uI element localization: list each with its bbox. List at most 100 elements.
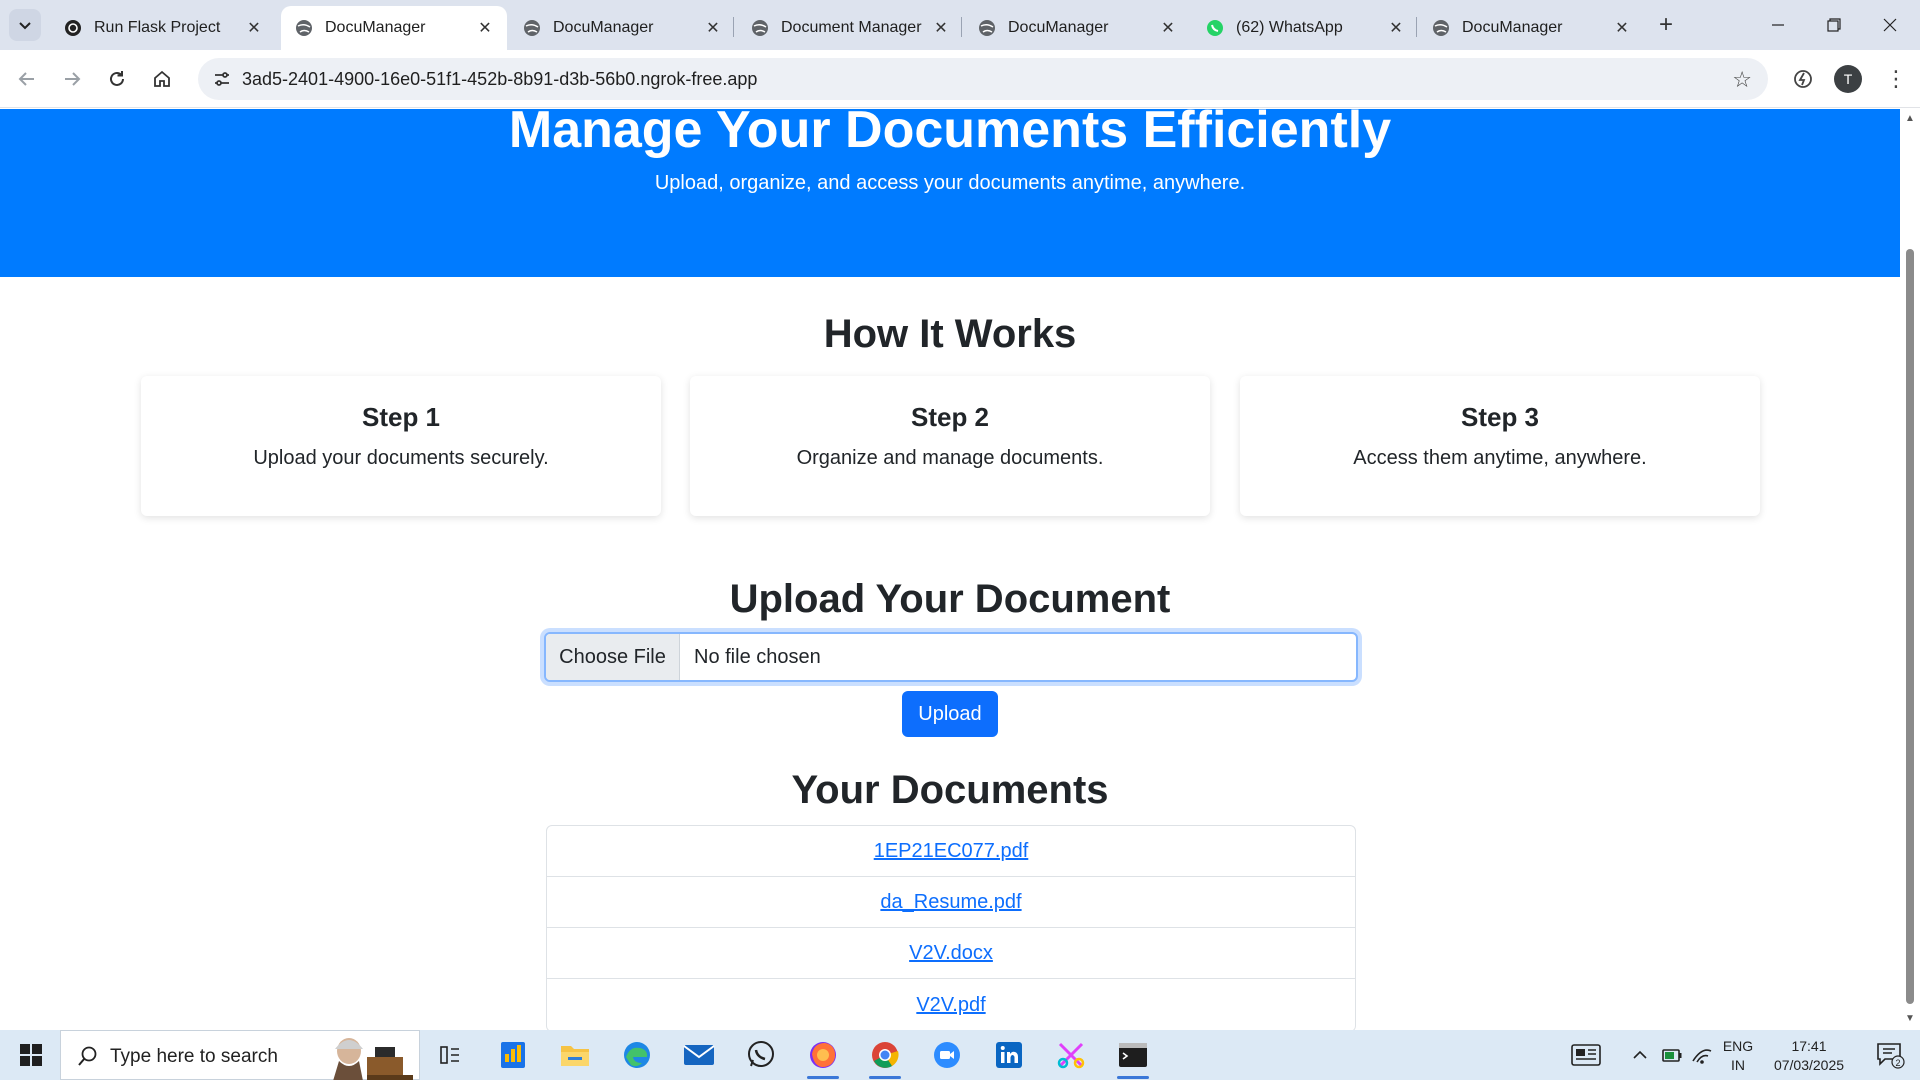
tab-title: (62) WhatsApp xyxy=(1236,19,1343,36)
choose-file-button[interactable]: Choose File xyxy=(546,634,680,680)
windows-taskbar: Type here to search ENG IN 17:41 07/03/2… xyxy=(0,1030,1920,1080)
list-item: da_Resume.pdf xyxy=(547,877,1355,928)
search-icon xyxy=(77,1045,99,1072)
document-link[interactable]: V2V.docx xyxy=(909,942,993,965)
forward-button[interactable] xyxy=(56,63,88,95)
tab-documanager-active[interactable]: DocuManager ✕ xyxy=(281,6,507,50)
tab-separator xyxy=(733,17,734,37)
documents-heading: Your Documents xyxy=(791,768,1109,812)
file-status-text: No file chosen xyxy=(694,645,821,668)
taskbar-search[interactable]: Type here to search xyxy=(60,1030,420,1080)
files-icon[interactable] xyxy=(493,1037,533,1073)
document-link[interactable]: 1EP21EC077.pdf xyxy=(874,840,1029,863)
tab-title: DocuManager xyxy=(553,19,654,36)
globe-icon xyxy=(978,19,996,37)
close-icon[interactable]: ✕ xyxy=(1612,18,1632,38)
chatgpt-icon xyxy=(64,19,82,37)
scrollbar-thumb[interactable] xyxy=(1906,249,1914,1004)
extensions-button[interactable] xyxy=(1787,63,1819,95)
zoom-icon[interactable] xyxy=(927,1037,967,1073)
news-widget-icon[interactable] xyxy=(1566,1037,1606,1073)
profile-avatar[interactable]: T xyxy=(1834,65,1862,93)
back-button[interactable] xyxy=(11,63,43,95)
file-explorer-icon[interactable] xyxy=(555,1037,595,1073)
search-placeholder: Type here to search xyxy=(110,1046,278,1067)
tab-documanager-3[interactable]: DocuManager ✕ xyxy=(964,6,1190,50)
close-window-button[interactable] xyxy=(1862,0,1918,50)
whatsapp-icon[interactable] xyxy=(741,1037,781,1073)
list-item: 1EP21EC077.pdf xyxy=(547,826,1355,877)
linkedin-icon[interactable] xyxy=(989,1037,1029,1073)
bookmark-star-icon[interactable]: ☆ xyxy=(1732,67,1752,93)
site-info-button[interactable] xyxy=(206,63,238,95)
tab-strip: Run Flask Project ✕ DocuManager ✕ DocuMa… xyxy=(0,0,1920,50)
home-icon xyxy=(154,70,170,87)
step-card: Step 2 Organize and manage documents. xyxy=(690,376,1210,516)
url-text[interactable]: 3ad5-2401-4900-16e0-51f1-452b-8b91-d3b-5… xyxy=(242,69,757,90)
mail-icon[interactable] xyxy=(679,1037,719,1073)
chrome-icon[interactable] xyxy=(865,1037,905,1079)
close-icon[interactable]: ✕ xyxy=(1158,18,1178,38)
step-text: Upload your documents securely. xyxy=(253,447,549,469)
step-card: Step 1 Upload your documents securely. xyxy=(141,376,661,516)
step-title: Step 1 xyxy=(361,402,441,432)
tab-run-flask-project[interactable]: Run Flask Project ✕ xyxy=(50,6,276,50)
tab-search-button[interactable] xyxy=(9,9,41,41)
close-icon[interactable]: ✕ xyxy=(931,18,951,38)
page-viewport: Manage Your Documents Efficiently Upload… xyxy=(0,109,1900,1030)
restore-button[interactable] xyxy=(1806,0,1862,50)
tab-whatsapp[interactable]: (62) WhatsApp ✕ xyxy=(1192,6,1418,50)
arrow-left-icon xyxy=(18,72,34,86)
scroll-down-icon[interactable]: ▼ xyxy=(1904,1013,1916,1025)
documents-list: 1EP21EC077.pdf da_Resume.pdf V2V.docx V2… xyxy=(546,825,1356,1030)
region-code: IN xyxy=(1731,1057,1745,1073)
performance-icon xyxy=(1794,70,1812,88)
edge-icon[interactable] xyxy=(617,1037,657,1073)
chevron-down-icon xyxy=(19,22,31,30)
home-button[interactable] xyxy=(146,63,178,95)
clock-time: 17:41 xyxy=(1791,1038,1827,1054)
tab-separator xyxy=(961,17,962,37)
page-scrollbar[interactable]: ▲ ▼ xyxy=(1900,109,1920,1030)
address-bar[interactable]: 3ad5-2401-4900-16e0-51f1-452b-8b91-d3b-5… xyxy=(198,58,1768,100)
file-input[interactable]: Choose File No file chosen xyxy=(544,632,1358,682)
tab-documanager-2[interactable]: DocuManager ✕ xyxy=(509,6,735,50)
tab-title: Run Flask Project xyxy=(94,19,221,36)
globe-icon xyxy=(751,19,769,37)
task-view-icon[interactable] xyxy=(430,1037,470,1073)
document-link[interactable]: da_Resume.pdf xyxy=(880,891,1021,914)
start-button[interactable] xyxy=(10,1039,52,1071)
tab-title: DocuManager xyxy=(1462,19,1563,36)
restore-icon xyxy=(1827,18,1841,32)
tab-document-manager[interactable]: Document Manager ✕ xyxy=(737,6,963,50)
tab-title: DocuManager xyxy=(1008,19,1109,36)
browser-menu-icon[interactable]: ⋮ xyxy=(1880,63,1912,95)
close-icon[interactable]: ✕ xyxy=(244,18,264,38)
hero-subtitle: Upload, organize, and access your docume… xyxy=(654,172,1246,194)
minimize-button[interactable] xyxy=(1750,0,1806,50)
step-text: Organize and manage documents. xyxy=(796,447,1104,469)
whatsapp-icon xyxy=(1206,19,1224,37)
windows-logo-icon xyxy=(20,1044,42,1066)
globe-icon xyxy=(295,19,313,37)
close-icon[interactable]: ✕ xyxy=(703,18,723,38)
terminal-icon[interactable] xyxy=(1113,1037,1153,1079)
language-code: ENG xyxy=(1722,1038,1754,1054)
tune-icon xyxy=(215,72,229,86)
reload-button[interactable] xyxy=(101,63,133,95)
snip-icon[interactable] xyxy=(1051,1037,1091,1073)
new-tab-button[interactable]: + xyxy=(1652,11,1680,39)
scroll-up-icon[interactable]: ▲ xyxy=(1904,113,1916,125)
upload-button[interactable]: Upload xyxy=(902,691,998,737)
firefox-icon[interactable] xyxy=(803,1037,843,1079)
notifications-button[interactable]: 2 xyxy=(1870,1037,1910,1073)
notification-count: 2 xyxy=(1895,1058,1900,1068)
language-indicator[interactable]: ENG IN xyxy=(1718,1038,1758,1073)
list-item: V2V.docx xyxy=(547,928,1355,979)
tab-documanager-4[interactable]: DocuManager ✕ xyxy=(1418,6,1644,50)
clock[interactable]: 17:41 07/03/2025 xyxy=(1762,1038,1856,1073)
close-icon[interactable]: ✕ xyxy=(475,18,495,38)
wifi-icon[interactable] xyxy=(1682,1037,1722,1073)
close-icon[interactable]: ✕ xyxy=(1386,18,1406,38)
document-link[interactable]: V2V.pdf xyxy=(916,994,985,1017)
